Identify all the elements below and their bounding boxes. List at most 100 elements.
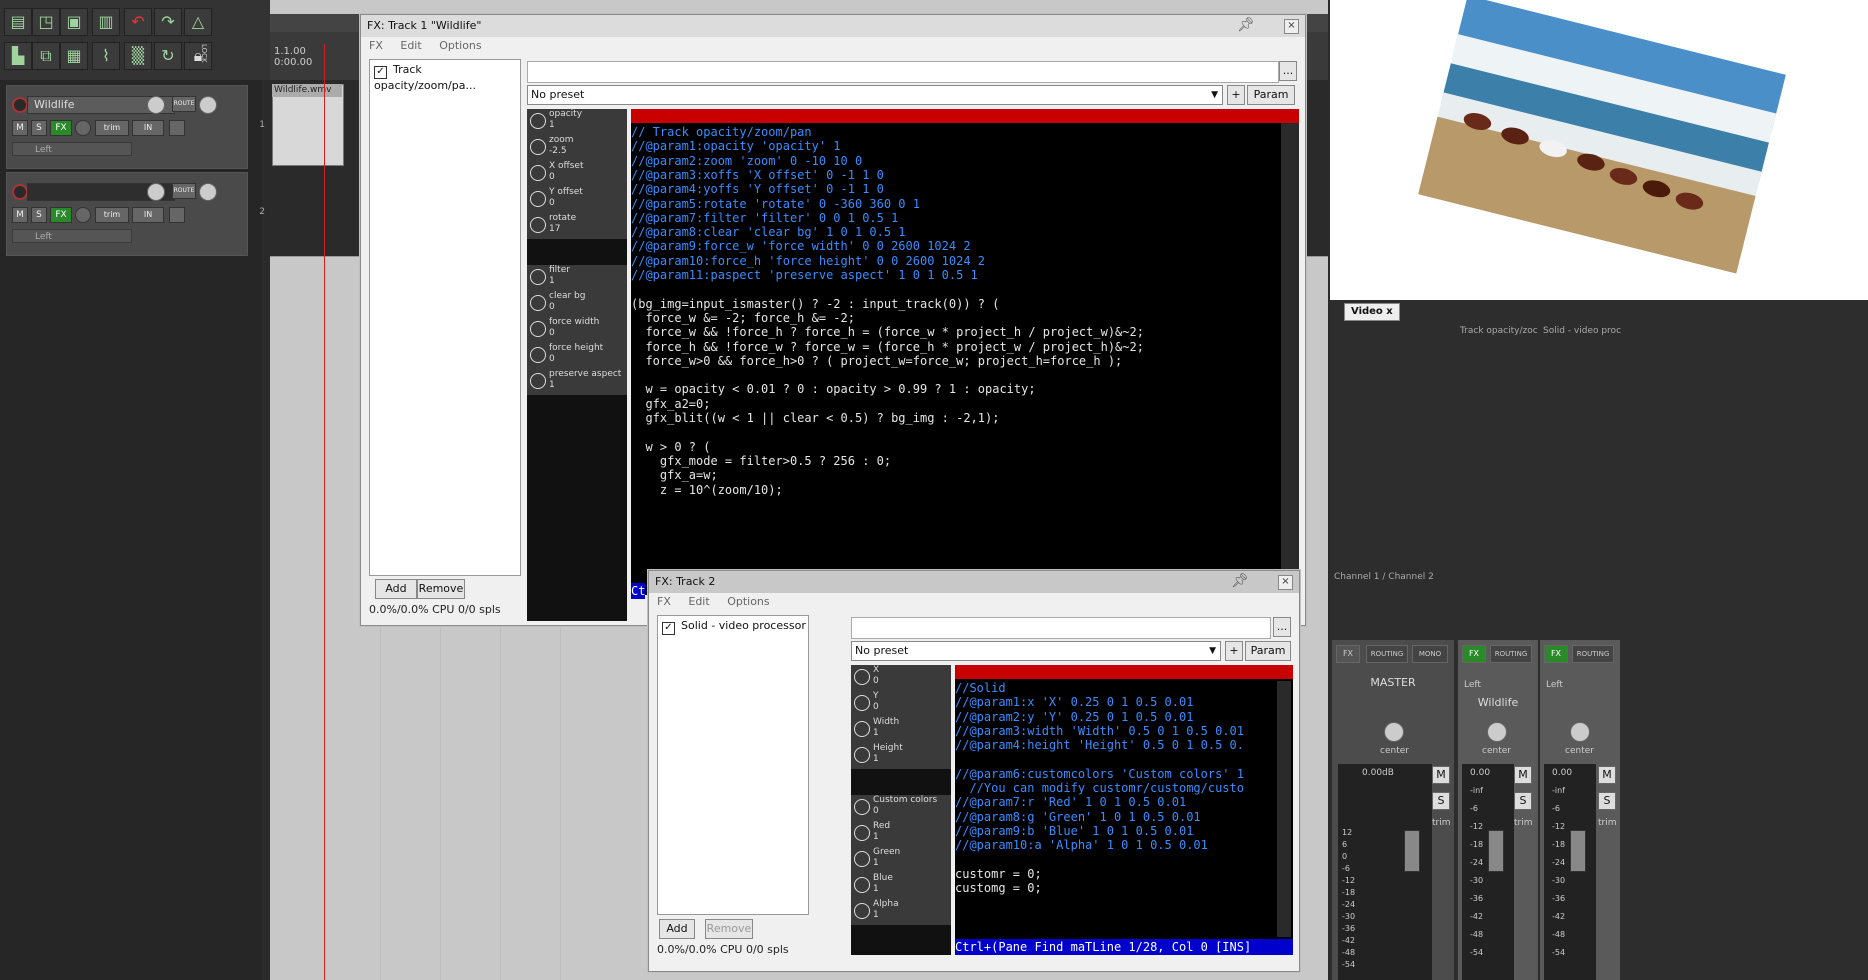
solo-button[interactable]: S (31, 120, 47, 136)
record-arm-icon[interactable] (12, 97, 28, 113)
param-slider[interactable]: force height 0 (527, 343, 627, 370)
track-1-panel[interactable]: Wildlife ROUTE M S FX trim IN Left 1 (6, 85, 265, 169)
remove-button[interactable]: Remove (417, 579, 465, 599)
param-slider[interactable]: Blue 1 (851, 873, 951, 900)
mute-button[interactable]: M (12, 120, 28, 136)
metronome-icon[interactable]: △ (184, 8, 212, 36)
param-slider[interactable]: force width 0 (527, 317, 627, 344)
pan-knob[interactable] (1384, 722, 1404, 742)
editor-scrollbar[interactable] (1281, 123, 1299, 583)
envelope-icon[interactable]: ⌇ (92, 42, 120, 70)
new-project-icon[interactable]: ▤ (4, 8, 32, 36)
route-button[interactable]: ROUTE (172, 96, 196, 112)
param-knob-icon[interactable] (854, 851, 870, 867)
loop-icon[interactable]: ↻ (154, 42, 182, 70)
remove-button[interactable]: Remove (705, 919, 753, 939)
solo-button[interactable]: S (1598, 792, 1616, 810)
param-button[interactable]: Param (1247, 85, 1295, 105)
add-preset-button[interactable]: + (1227, 85, 1245, 105)
mono-button[interactable]: MONO (1412, 645, 1448, 663)
menu-edit[interactable]: Edit (688, 595, 709, 608)
group-icon[interactable]: ▒ (124, 42, 152, 70)
volume-knob[interactable] (147, 183, 165, 201)
param-knob-icon[interactable] (854, 669, 870, 685)
enable-checkbox[interactable]: ✓ (662, 622, 675, 635)
pan-knob[interactable] (1570, 722, 1590, 742)
more-button[interactable]: ... (1279, 61, 1297, 81)
param-slider[interactable]: filter 1 (527, 265, 627, 292)
pan-knob[interactable] (1487, 722, 1507, 742)
pin-icon[interactable]: 📌︎ (1231, 573, 1249, 589)
menu-options[interactable]: Options (439, 39, 481, 52)
enable-checkbox[interactable]: ✓ (374, 66, 387, 79)
preset-dropdown[interactable]: No preset ▼ (851, 641, 1221, 661)
add-preset-button[interactable]: + (1225, 641, 1243, 661)
phase-icon[interactable] (169, 120, 185, 136)
more-button[interactable]: ... (1273, 617, 1291, 637)
menu-fx[interactable]: FX (657, 595, 671, 608)
param-slider[interactable]: X0 (851, 665, 951, 692)
param-knob-icon[interactable] (530, 217, 546, 233)
fx-button[interactable]: FX (1462, 645, 1486, 663)
fx-slot[interactable]: Track opacity/zoc (1460, 326, 1538, 336)
param-slider[interactable]: zoom -2.5 (527, 135, 627, 162)
solo-button[interactable]: S (31, 207, 47, 223)
snap-icon[interactable]: ▙ (4, 42, 32, 70)
add-button[interactable]: Add (659, 919, 695, 939)
volume-knob[interactable] (147, 96, 165, 114)
param-knob-icon[interactable] (530, 269, 546, 285)
param-knob-icon[interactable] (530, 191, 546, 207)
fx-slot[interactable]: Solid - video proc (1543, 326, 1621, 336)
channel-dropdown[interactable]: Left (12, 142, 132, 156)
param-slider[interactable]: Y offset 0 (527, 187, 627, 214)
fx-name-field[interactable] (851, 617, 1271, 639)
param-slider[interactable]: Alpha 1 (851, 899, 951, 926)
param-knob-icon[interactable] (854, 903, 870, 919)
param-slider[interactable]: Height 1 (851, 743, 951, 770)
project-settings-icon[interactable]: ▥ (92, 8, 120, 36)
volume-fader[interactable] (1404, 830, 1420, 872)
add-button[interactable]: Add (375, 579, 417, 599)
param-slider[interactable]: opacity 1 (527, 109, 627, 136)
volume-fader[interactable] (1488, 830, 1504, 872)
param-slider[interactable]: X offset 0 (527, 161, 627, 188)
param-knob-icon[interactable] (530, 165, 546, 181)
menu-fx[interactable]: FX (369, 39, 383, 52)
param-knob-icon[interactable] (854, 747, 870, 763)
fx-button[interactable]: FX (50, 120, 72, 136)
pan-knob[interactable] (199, 96, 217, 114)
param-knob-icon[interactable] (530, 295, 546, 311)
param-slider[interactable]: Width 1 (851, 717, 951, 744)
fx-bypass-icon[interactable] (75, 207, 91, 223)
input-button[interactable]: IN (132, 207, 164, 223)
code-editor[interactable]: // Track opacity/zoom/pan//@param1:opaci… (631, 109, 1299, 595)
routing-button[interactable]: ROUTING (1366, 645, 1408, 663)
fx-button[interactable]: FX (1544, 645, 1568, 663)
close-button[interactable]: × (1284, 19, 1299, 34)
param-slider[interactable]: clear bg 0 (527, 291, 627, 318)
mute-button[interactable]: M (12, 207, 28, 223)
param-slider[interactable]: preserve aspect 1 (527, 369, 627, 396)
open-project-icon[interactable]: ◳ (32, 8, 60, 36)
routing-button[interactable]: ROUTING (1490, 645, 1532, 663)
solo-button[interactable]: S (1432, 792, 1450, 810)
channel-dropdown[interactable]: Left (12, 229, 132, 243)
param-slider[interactable]: Custom colors 0 (851, 795, 951, 822)
input-button[interactable]: IN (132, 120, 164, 136)
param-knob-icon[interactable] (854, 799, 870, 815)
phase-icon[interactable] (169, 207, 185, 223)
param-knob-icon[interactable] (854, 721, 870, 737)
param-knob-icon[interactable] (530, 347, 546, 363)
pan-knob[interactable] (199, 183, 217, 201)
mute-button[interactable]: M (1432, 766, 1450, 784)
routing-button[interactable]: ROUTING (1572, 645, 1614, 663)
param-knob-icon[interactable] (530, 139, 546, 155)
save-icon[interactable]: ▣ (60, 8, 88, 36)
code-editor[interactable]: //Solid//@param1:x 'X' 0.25 0 1 0.5 0.01… (955, 665, 1293, 955)
param-slider[interactable]: Green 1 (851, 847, 951, 874)
trim-button[interactable]: trim (95, 207, 129, 223)
window-title[interactable]: FX: Track 2 (649, 571, 1299, 593)
grid-icon[interactable]: ▦ (60, 42, 88, 70)
menu-options[interactable]: Options (727, 595, 769, 608)
param-button[interactable]: Param (1245, 641, 1291, 661)
